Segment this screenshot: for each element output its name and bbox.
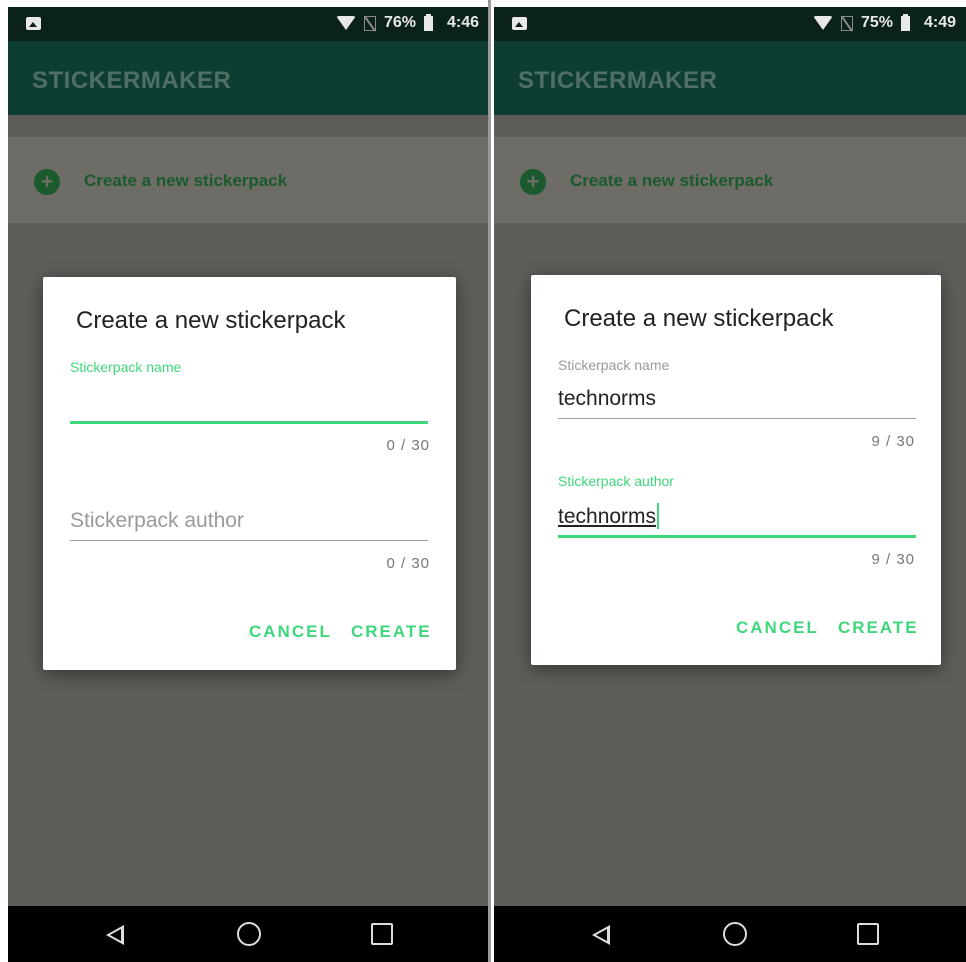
navigation-bar <box>8 906 489 962</box>
create-stickerpack-row[interactable]: + Create a new stickerpack <box>8 137 489 223</box>
wifi-icon <box>335 16 356 30</box>
dialog-title: Create a new stickerpack <box>564 305 834 332</box>
cancel-button[interactable]: CANCEL <box>736 618 819 638</box>
add-circle-icon: + <box>520 169 546 195</box>
stickerpack-author-counter: 0 / 30 <box>386 555 430 572</box>
stickerpack-name-counter: 9 / 30 <box>871 433 915 450</box>
app-title: STICKERMAKER <box>32 67 232 94</box>
stickerpack-author-underline <box>558 535 916 538</box>
battery-percent: 76% <box>383 14 416 31</box>
cancel-button[interactable]: CANCEL <box>249 622 332 642</box>
phone-screen-right: 75% 4:49 STICKERMAKER + Create a new sti… <box>494 7 966 962</box>
phone-screen-left: 76% 4:46 STICKERMAKER + Create a new sti… <box>8 7 489 962</box>
app-bar: STICKERMAKER <box>8 41 489 115</box>
create-stickerpack-label: Create a new stickerpack <box>570 171 774 190</box>
recents-nav-icon[interactable] <box>371 923 393 945</box>
back-nav-icon[interactable] <box>592 925 610 945</box>
screenshot-divider <box>488 0 491 962</box>
create-stickerpack-label: Create a new stickerpack <box>84 171 288 190</box>
stickerpack-author-value: technorms <box>558 505 657 528</box>
text-cursor <box>657 503 660 529</box>
image-notification-icon <box>26 17 41 30</box>
sim-icon <box>840 15 853 31</box>
create-button[interactable]: CREATE <box>838 618 919 638</box>
battery-icon <box>423 13 433 31</box>
stickerpack-name-input[interactable]: technorms <box>558 387 656 411</box>
recents-nav-icon[interactable] <box>857 923 879 945</box>
clock: 4:46 <box>446 14 479 31</box>
battery-percent: 75% <box>860 14 893 31</box>
stickerpack-author-underline <box>70 540 428 541</box>
app-title: STICKERMAKER <box>518 67 718 94</box>
dialog-title: Create a new stickerpack <box>76 307 346 334</box>
home-nav-icon[interactable] <box>237 922 261 946</box>
stickerpack-name-counter: 0 / 30 <box>386 437 430 454</box>
add-circle-icon: + <box>34 169 60 195</box>
status-bar: 76% 4:46 <box>8 7 489 41</box>
navigation-bar <box>494 906 966 962</box>
create-button[interactable]: CREATE <box>351 622 432 642</box>
back-nav-icon[interactable] <box>106 925 124 945</box>
create-stickerpack-row[interactable]: + Create a new stickerpack <box>494 137 966 223</box>
stickerpack-author-input[interactable]: technorms <box>558 503 660 529</box>
stickerpack-name-input[interactable] <box>70 389 428 423</box>
status-bar: 75% 4:49 <box>494 7 966 41</box>
stickerpack-name-label: Stickerpack name <box>558 357 670 373</box>
create-stickerpack-dialog: Create a new stickerpack Stickerpack nam… <box>531 275 941 665</box>
wifi-icon <box>812 16 833 30</box>
sim-icon <box>363 15 376 31</box>
app-bar: STICKERMAKER <box>494 41 966 115</box>
stickerpack-name-underline <box>558 418 916 419</box>
stickerpack-name-underline <box>70 421 428 424</box>
stickerpack-name-label: Stickerpack name <box>70 359 182 375</box>
battery-icon <box>900 13 910 31</box>
stickerpack-author-counter: 9 / 30 <box>871 551 915 568</box>
image-notification-icon <box>512 17 527 30</box>
stickerpack-author-input[interactable]: Stickerpack author <box>70 509 428 533</box>
stickerpack-author-label: Stickerpack author <box>558 473 674 489</box>
home-nav-icon[interactable] <box>723 922 747 946</box>
clock: 4:49 <box>923 14 956 31</box>
create-stickerpack-dialog: Create a new stickerpack Stickerpack nam… <box>43 277 456 670</box>
